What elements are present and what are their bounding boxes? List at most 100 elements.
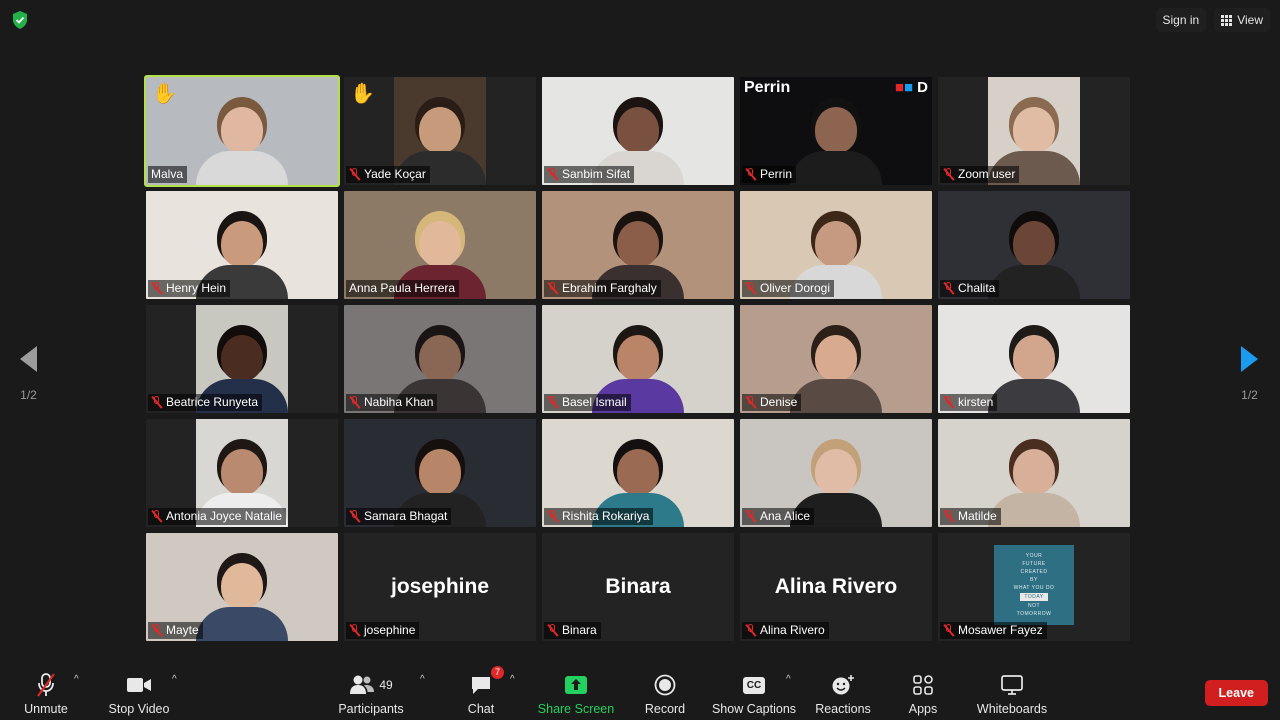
unmute-button[interactable]: Unmute [0,672,96,716]
view-button[interactable]: View [1214,8,1270,32]
participant-silhouette [196,107,288,185]
participant-name: Basel Ismail [562,395,627,409]
participant-name-label: Antonia Joyce Natalie [148,508,287,525]
closed-captions-icon: CC [742,676,766,694]
chat-button[interactable]: 7 Chat [431,666,531,716]
participant-tile[interactable]: Denise [740,305,932,413]
participant-name: Alina Rivero [760,623,825,637]
participant-tile[interactable]: Antonia Joyce Natalie [146,419,338,527]
muted-microphone-icon [745,510,756,523]
participant-name-label: Henry Hein [148,280,231,297]
audio-options-caret-icon[interactable]: ^ [74,674,79,685]
share-screen-button[interactable]: Share Screen [526,672,626,716]
participant-tile[interactable]: Alina Rivero Alina Rivero [740,533,932,641]
muted-microphone-icon [943,510,954,523]
apps-button[interactable]: Apps [873,672,973,716]
muted-microphone-icon [745,396,756,409]
participant-name-label: Basel Ismail [544,394,631,411]
participant-tile[interactable]: josephine josephine [344,533,536,641]
participants-button[interactable]: 49 Participants [321,672,421,716]
muted-microphone-icon [943,282,954,295]
participant-name-label: Anna Paula Herrera [346,280,460,297]
participant-name-label: Denise [742,394,802,411]
video-options-caret-icon[interactable]: ^ [172,674,177,685]
participant-name: Mosawer Fayez [958,623,1043,637]
participant-tile[interactable]: Samara Bhagat [344,419,536,527]
participant-tile[interactable]: Chalita [938,191,1130,299]
participant-silhouette [790,335,882,413]
muted-microphone-icon [547,168,558,181]
top-right-controls: Sign in View [1155,8,1270,32]
participant-tile[interactable]: YOUR FUTURE CREATED BY WHAT YOU DO TODAY NOT TO… [938,533,1130,641]
participant-tile[interactable]: Anna Paula Herrera [344,191,536,299]
participant-tile[interactable]: Mayte [146,533,338,641]
chat-unread-badge: 7 [490,666,504,679]
participant-tile[interactable]: Basel Ismail [542,305,734,413]
muted-microphone-icon [151,396,162,409]
participant-tile[interactable]: kirsten [938,305,1130,413]
sign-in-button[interactable]: Sign in [1155,8,1207,32]
participant-name-label: kirsten [940,394,998,411]
grid-view-icon [1221,14,1233,26]
muted-microphone-icon [943,168,954,181]
whiteboards-button[interactable]: Whiteboards [962,672,1062,716]
participant-tile[interactable]: Nabiha Khan [344,305,536,413]
participant-name-label: Binara [544,622,601,639]
video-gallery: ✋ Malva ✋ Yade Koçar Sanbim Sifat Perrin ■■ DP… [144,75,1130,641]
participant-tile[interactable]: Perrin ■■ D Perrin [740,77,932,185]
whiteboards-label: Whiteboards [976,702,1048,716]
participant-name: Henry Hein [166,281,227,295]
leave-meeting-button[interactable]: Leave [1204,680,1268,706]
chat-options-caret-icon[interactable]: ^ [510,674,515,685]
participant-tile[interactable]: Ebrahim Farghaly [542,191,734,299]
participant-tile[interactable]: Rishita Rokariya [542,419,734,527]
participants-options-caret-icon[interactable]: ^ [420,674,425,685]
next-page-button[interactable]: 1/2 [1241,346,1258,402]
virtual-background-title: Perrin [744,79,791,96]
participant-tile[interactable]: Sanbim Sifat [542,77,734,185]
participant-tile[interactable]: Binara Binara [542,533,734,641]
participant-tile[interactable]: Beatrice Runyeta [146,305,338,413]
participants-label: Participants [338,702,404,716]
muted-microphone-icon [547,282,558,295]
participant-name: josephine [364,623,416,637]
participant-name-label: Zoom user [940,166,1020,183]
chat-label: Chat [467,702,495,716]
muted-microphone-icon [349,168,360,181]
participant-tile[interactable]: Ana Alice [740,419,932,527]
security-shield-icon[interactable] [10,10,30,30]
muted-microphone-icon [151,282,162,295]
participant-name: Anna Paula Herrera [349,281,456,295]
muted-microphone-icon [943,624,954,637]
participant-name: Samara Bhagat [364,509,448,523]
share-screen-icon [565,676,587,694]
participant-name: Chalita [958,281,996,295]
muted-microphone-icon [349,624,360,637]
participant-name-label: Chalita [940,280,1000,297]
participant-tile[interactable]: Oliver Dorogi [740,191,932,299]
participant-name-label: Alina Rivero [742,622,829,639]
participant-tile[interactable]: ✋ Yade Koçar [344,77,536,185]
show-captions-label: Show Captions [711,702,797,716]
view-label: View [1237,13,1263,27]
participant-name-label: Ebrahim Farghaly [544,280,661,297]
poster-text: WHAT YOU DO [1013,585,1055,591]
record-label: Record [644,702,686,716]
chat-bubble-icon [472,677,490,694]
captions-options-caret-icon[interactable]: ^ [786,674,791,685]
previous-page-button[interactable]: 1/2 [20,346,37,402]
meeting-toolbar: Unmute ^ Stop Video ^ 49 Participants ^ [0,664,1280,720]
participant-tile[interactable]: Matilde [938,419,1130,527]
whiteboard-icon [1001,675,1023,695]
participant-name: Ebrahim Farghaly [562,281,657,295]
participant-name: Antonia Joyce Natalie [166,509,283,523]
participant-tile[interactable]: Henry Hein [146,191,338,299]
participant-tile[interactable]: ✋ Malva [144,75,340,187]
reactions-label: Reactions [815,702,871,716]
participant-name: Nabiha Khan [364,395,434,409]
record-icon [654,674,676,696]
participant-name: Matilde [958,509,997,523]
record-button[interactable]: Record [615,672,715,716]
poster-text: BY [1030,577,1038,583]
participant-tile[interactable]: Zoom user [938,77,1130,185]
